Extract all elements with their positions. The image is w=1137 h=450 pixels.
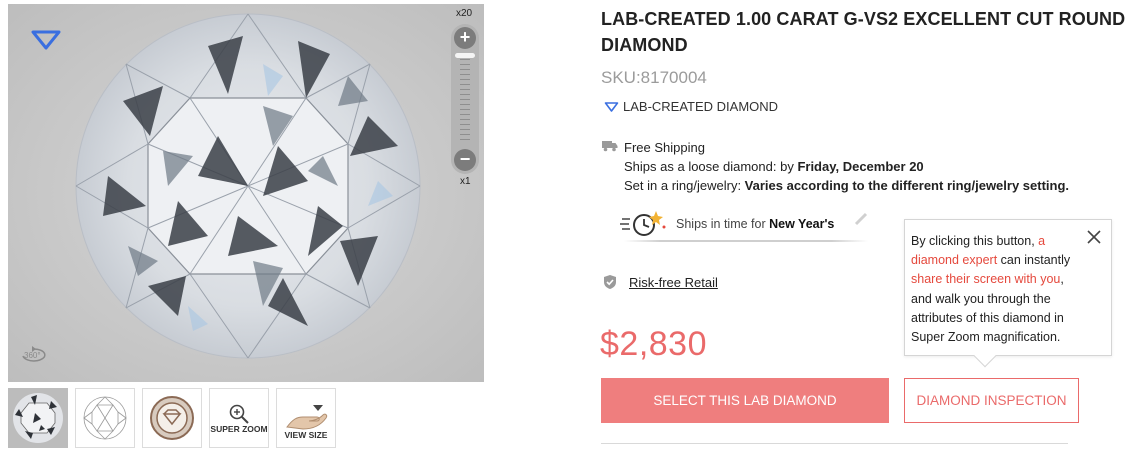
- view-size-label: VIEW SIZE: [284, 429, 328, 440]
- diamond-image: [75, 13, 421, 359]
- close-icon[interactable]: [1085, 228, 1103, 246]
- divider: [601, 443, 1068, 444]
- product-title: LAB-CREATED 1.00 CARAT G-VS2 EXCELLENT C…: [601, 9, 1126, 55]
- diamond-inspection-button[interactable]: DIAMOND INSPECTION: [904, 378, 1079, 423]
- tooltip-highlight-share: share their screen with you: [911, 272, 1061, 287]
- tooltip-arrow: [973, 344, 997, 368]
- zoom-slider-handle[interactable]: [455, 53, 475, 58]
- thumbnail-diamond-diagram[interactable]: [75, 388, 135, 448]
- shield-check-icon: [604, 275, 616, 289]
- select-lab-diamond-button[interactable]: SELECT THIS LAB DIAMOND: [601, 378, 889, 423]
- risk-free-retail[interactable]: Risk-free Retail: [603, 274, 718, 290]
- thumbnail-view-size[interactable]: VIEW SIZE: [276, 388, 336, 448]
- holiday-ship-text: Ships in time for New Year's: [676, 217, 835, 231]
- loose-diamond-ship-line: Ships as a loose diamond: by Friday, Dec…: [624, 159, 924, 174]
- zoom-ticks: [460, 54, 470, 144]
- lab-created-tag: LAB-CREATED DIAMOND: [604, 99, 778, 114]
- diamond-outline-icon: [604, 101, 619, 112]
- zoom-out-button[interactable]: −: [454, 149, 476, 171]
- ring-ship-value: Varies according to the different ring/j…: [744, 178, 1070, 193]
- diamond-diagram-icon: [83, 396, 127, 440]
- certificate-seal-icon: [150, 396, 194, 440]
- thumbnail-diamond-photo[interactable]: [8, 388, 68, 448]
- inspection-tooltip: By clicking this button, a diamond exper…: [904, 219, 1112, 368]
- lab-created-label: LAB-CREATED DIAMOND: [623, 99, 779, 114]
- magnifier-plus-icon: [229, 404, 249, 424]
- product-price: $2,830: [600, 325, 707, 363]
- tooltip-text: By clicking this button, a diamond exper…: [911, 234, 1071, 345]
- rotate-label: 360°: [24, 351, 41, 360]
- holiday-event: New Year's: [769, 217, 835, 231]
- diamond-viewer[interactable]: x20 + − x1 360°: [8, 4, 484, 382]
- product-sku: SKU:8170004: [601, 68, 707, 87]
- holiday-underline: [624, 240, 868, 242]
- diamond-photo-icon: [13, 393, 63, 443]
- diamond-outline-icon: [31, 30, 61, 50]
- thumbnail-certificate[interactable]: [142, 388, 202, 448]
- ring-ship-line: Set in a ring/jewelry: Varies according …: [624, 178, 1070, 193]
- thumbnail-super-zoom[interactable]: SUPER ZOOM: [209, 388, 269, 448]
- super-zoom-label: SUPER ZOOM: [210, 423, 268, 434]
- risk-free-retail-link[interactable]: Risk-free Retail: [629, 275, 718, 290]
- rotate-360-icon[interactable]: 360°: [18, 342, 48, 366]
- loose-ship-date: Friday, December 20: [797, 159, 924, 174]
- zoom-in-button[interactable]: +: [454, 27, 476, 49]
- shipping-info: Free Shipping Ships as a loose diamond: …: [602, 138, 1069, 195]
- zoom-slider[interactable]: + −: [451, 24, 479, 174]
- holiday-ship-banner: Ships in time for New Year's: [620, 206, 868, 242]
- zoom-max-label: x20: [456, 8, 473, 19]
- pencil-icon: [854, 212, 868, 226]
- hand-holding-diamond-icon: [286, 404, 328, 430]
- thumbnail-strip: SUPER ZOOM VIEW SIZE: [8, 388, 336, 448]
- fast-clock-icon: [620, 211, 666, 236]
- truck-icon: [602, 138, 624, 157]
- zoom-min-label: x1: [460, 176, 471, 187]
- free-shipping-label: Free Shipping: [624, 140, 705, 155]
